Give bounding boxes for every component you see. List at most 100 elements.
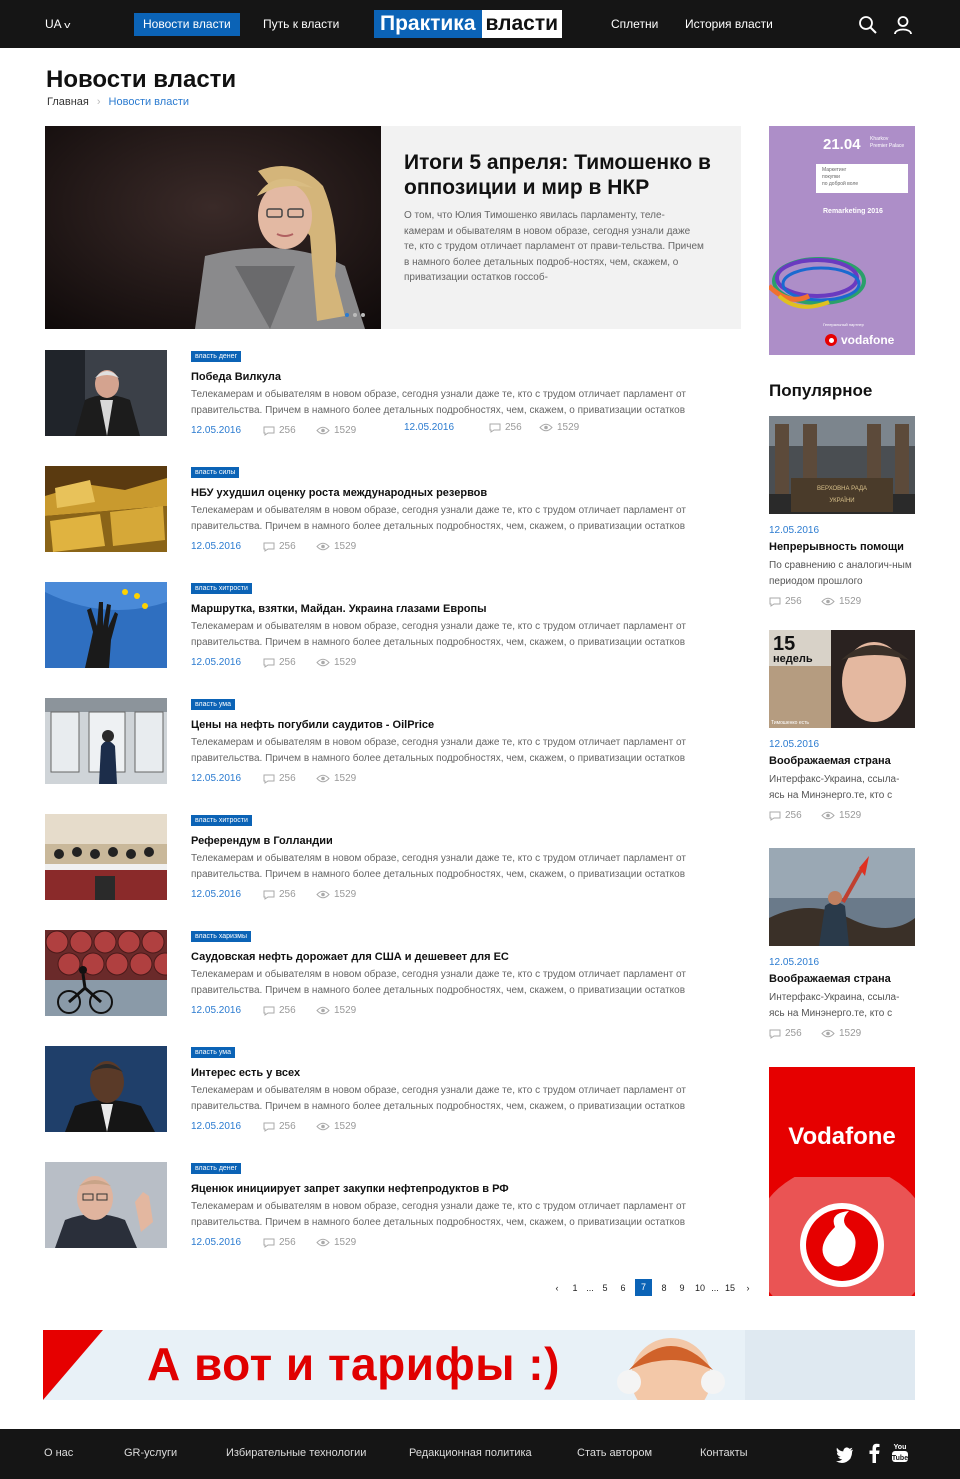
news-thumbnail[interactable] [45,582,167,668]
comment-count: 256 [279,541,296,552]
news-title[interactable]: Референдум в Голландии [191,835,333,847]
popular-item[interactable]: ВЕРХОВНА РАДА УКРАЇНИ 12.05.2016 Непрерыв… [769,416,915,607]
news-item[interactable]: власть денег Победа Вилкула Телекамерам … [45,350,741,438]
eye-icon [821,597,835,606]
ad-place-line: Premier Palace [870,143,905,149]
popular-title[interactable]: Воображаемая страна [769,973,915,985]
breadcrumb: Главная › Новости власти [47,96,189,108]
footer-link-become-author[interactable]: Стать автором [577,1447,652,1459]
news-title[interactable]: Цены на нефть погубили саудитов - OilPri… [191,719,434,731]
popular-item[interactable]: 15 недель Тимошенко есть 12.05.2016 Вообра… [769,630,915,821]
news-title[interactable]: НБУ ухудшил оценку роста международных р… [191,487,487,499]
nav-news-of-power[interactable]: Новости власти [134,13,240,36]
featured-article-title[interactable]: Итоги 5 апреля: Тимошенко в оппозиции и … [404,150,729,200]
slider-dot[interactable] [353,313,357,317]
footer-link-contacts[interactable]: Контакты [700,1447,748,1459]
footer-link-gr[interactable]: GR-услуги [124,1447,177,1459]
news-thumbnail[interactable] [45,814,167,900]
nav-gossip[interactable]: Сплетни [602,13,667,36]
page-link[interactable]: 6 [617,1283,629,1293]
news-excerpt: Телекамерам и обывателям в новом образе,… [191,969,686,996]
category-tag[interactable]: власть ума [191,699,235,710]
news-thumbnail[interactable] [45,350,167,436]
category-tag[interactable]: власть хитрости [191,815,252,826]
twitter-icon[interactable] [836,1445,854,1465]
ad-date: 21.04 [823,136,861,153]
news-title[interactable]: Яценюк инициирует запрет закупки нефтепр… [191,1183,509,1195]
category-tag[interactable]: власть силы [191,467,240,478]
popular-title[interactable]: Воображаемая страна [769,755,915,767]
search-icon[interactable] [858,15,878,35]
footer-link-editorial[interactable]: Редакционная политика [409,1447,532,1459]
news-item[interactable]: власть хитрости Референдум в Голландии Т… [45,814,741,902]
site-logo[interactable]: Практика власти [374,10,563,38]
page-link[interactable]: 1 [569,1283,581,1293]
news-thumbnail[interactable] [45,1046,167,1132]
slider-dot[interactable] [361,313,365,317]
news-excerpt: Телекамерам и обывателям в новом образе,… [191,737,686,764]
ad-box-line: покупки [822,174,840,180]
nav-history-of-power[interactable]: История власти [676,13,782,36]
news-title[interactable]: Интерес есть у всех [191,1067,300,1079]
category-tag[interactable]: власть хитрости [191,583,252,594]
news-title[interactable]: Саудовская нефть дорожает для США и деше… [191,951,509,963]
news-item[interactable]: власть денег Яценюк инициирует запрет за… [45,1162,741,1250]
vodafone-logo: vodafone [825,333,894,347]
view-count: 1529 [334,425,357,436]
news-item[interactable]: власть ума Цены на нефть погубили саудит… [45,698,741,786]
popular-thumbnail[interactable]: ВЕРХОВНА РАДА УКРАЇНИ [769,416,915,514]
nav-path-to-power[interactable]: Путь к власти [254,13,348,36]
footer: О нас GR-услуги Избирательные технологии… [0,1429,960,1479]
news-title[interactable]: Маршрутка, взятки, Майдан. Украина глаза… [191,603,487,615]
tariff-banner[interactable]: А вот и тарифы :) [43,1330,915,1400]
user-icon[interactable] [893,15,913,35]
category-tag[interactable]: власть денег [191,1163,242,1174]
news-thumbnail[interactable] [45,466,167,552]
view-count: 1529 [334,1005,357,1016]
chevron-left-icon[interactable]: ‹ [551,1283,563,1293]
page-link[interactable]: 8 [658,1283,670,1293]
page-link[interactable]: 5 [599,1283,611,1293]
vodafone-ad[interactable]: Vodafone [769,1067,915,1296]
popular-date: 12.05.2016 [769,739,820,750]
news-excerpt: Телекамерам и обывателям в новом образе,… [191,389,686,416]
news-thumbnail[interactable] [45,1162,167,1248]
language-selector[interactable]: UA v [45,17,70,31]
comment-count: 256 [279,657,296,668]
news-title[interactable]: Победа Вилкула [191,371,281,383]
page-link[interactable]: 9 [676,1283,688,1293]
category-tag[interactable]: власть харизмы [191,931,252,942]
breadcrumb-home[interactable]: Главная [47,96,89,108]
page-link[interactable]: 10 [694,1283,706,1293]
slider-dots[interactable] [345,313,365,317]
category-tag[interactable]: власть денег [191,351,242,362]
popular-thumbnail[interactable]: 15 недель Тимошенко есть [769,630,915,728]
youtube-icon[interactable]: You Tube [891,1441,909,1463]
comment-icon [263,1238,275,1248]
page-link[interactable]: 15 [724,1283,736,1293]
popular-thumbnail[interactable] [769,848,915,946]
eye-icon [316,426,330,435]
page-link-current[interactable]: 7 [635,1279,652,1296]
comment-count: 256 [785,1028,802,1039]
footer-link-about[interactable]: О нас [44,1447,73,1459]
popular-title[interactable]: Непрерывность помощи [769,541,915,553]
facebook-icon[interactable] [865,1443,883,1463]
vodafone-logo-icon [769,1177,915,1296]
sidebar-event-ad[interactable]: 21.04 Kharkov Premier Palace Маркетинг пок… [769,126,915,355]
featured-article[interactable]: Итоги 5 апреля: Тимошенко в оппозиции и … [45,126,741,433]
category-tag[interactable]: власть ума [191,1047,235,1058]
news-thumbnail[interactable] [45,698,167,784]
slider-dot[interactable] [345,313,349,317]
news-item[interactable]: власть хитрости Маршрутка, взятки, Майда… [45,582,741,670]
news-item[interactable]: власть силы НБУ ухудшил оценку роста меж… [45,466,741,554]
news-item[interactable]: власть ума Интерес есть у всех Телекамер… [45,1046,741,1134]
footer-link-election-tech[interactable]: Избирательные технологии [226,1447,366,1459]
popular-date: 12.05.2016 [769,525,820,536]
popular-item[interactable]: 12.05.2016 Воображаемая страна Интерфакс… [769,848,915,1039]
featured-article-image[interactable] [45,126,381,329]
comment-icon [263,890,275,900]
news-thumbnail[interactable] [45,930,167,1016]
chevron-right-icon[interactable]: › [742,1283,754,1293]
news-item[interactable]: власть харизмы Саудовская нефть дорожает… [45,930,741,1018]
